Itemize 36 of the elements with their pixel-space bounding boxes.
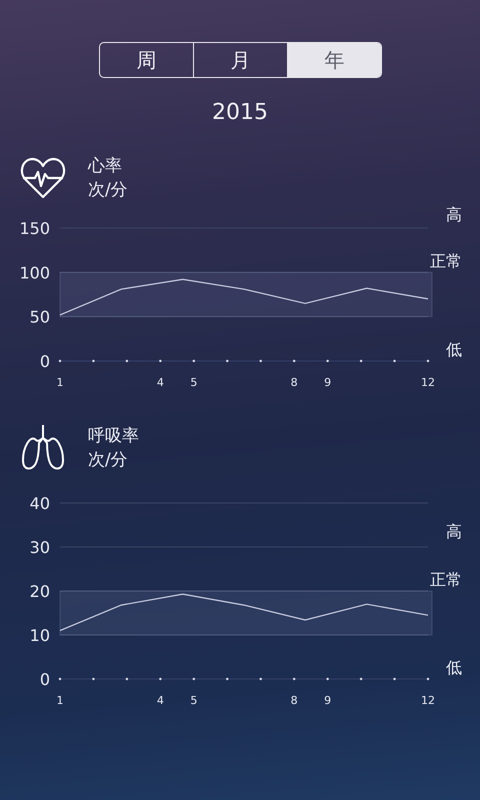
unit-label: 次/分 — [88, 179, 128, 201]
year-label: 2015 — [212, 100, 268, 125]
y-tick-label: 0 — [40, 352, 50, 371]
y-tick-label: 50 — [30, 308, 50, 327]
period-tab[interactable]: 年 — [287, 43, 381, 77]
x-tick-label: 12 — [421, 376, 435, 389]
x-tick-label: 5 — [190, 694, 198, 707]
x-tick-label: 5 — [190, 376, 198, 389]
lungs-icon — [20, 424, 66, 472]
level-label: 高 — [446, 205, 462, 224]
y-tick-label: 40 — [30, 494, 50, 513]
x-tick-label: 8 — [290, 694, 298, 707]
x-tick-label: 9 — [324, 376, 332, 389]
y-tick-label: 0 — [40, 670, 50, 689]
level-label: 低 — [446, 658, 462, 677]
metric-title: 呼吸率 — [88, 425, 139, 447]
level-label: 正常 — [430, 251, 462, 270]
y-tick-label: 30 — [30, 538, 50, 557]
level-label: 正常 — [430, 570, 462, 589]
metric-title: 心率 — [88, 155, 123, 177]
x-tick-label: 1 — [56, 376, 64, 389]
level-label: 高 — [446, 522, 462, 541]
x-tick-label: 1 — [56, 694, 64, 707]
level-label: 低 — [446, 340, 462, 359]
y-tick-label: 10 — [30, 626, 50, 645]
period-tab[interactable]: 周 — [100, 43, 193, 77]
x-tick-label: 9 — [324, 694, 332, 707]
unit-label: 次/分 — [88, 449, 129, 471]
heart-pulse-icon — [20, 156, 66, 200]
y-tick-label: 100 — [19, 263, 50, 282]
y-tick-label: 20 — [30, 582, 50, 601]
x-tick-label: 4 — [156, 694, 164, 707]
x-tick-label: 4 — [156, 376, 164, 389]
x-tick-label: 8 — [290, 376, 298, 389]
y-tick-label: 150 — [19, 219, 50, 238]
x-tick-label: 12 — [421, 694, 435, 707]
